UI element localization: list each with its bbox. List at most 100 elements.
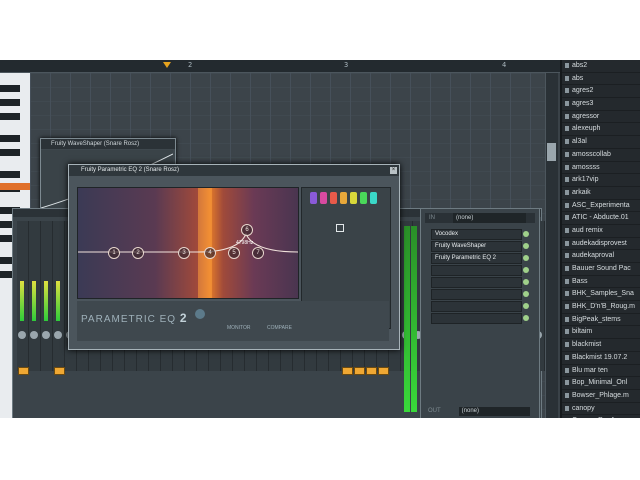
fx-slot-enable-icon[interactable]	[523, 243, 529, 249]
browser-item[interactable]: canopy	[562, 403, 640, 416]
eq-frequency-graph[interactable]: 1 2 3 4 5 6 7 4798Hz	[77, 187, 299, 299]
fx-input-select[interactable]: (none)	[453, 213, 526, 223]
browser-item[interactable]: amossss	[562, 162, 640, 175]
browser-item[interactable]: agres2	[562, 85, 640, 99]
fx-in-label: IN	[429, 215, 435, 221]
fx-slot[interactable]	[431, 277, 522, 288]
close-icon[interactable]: ×	[390, 167, 397, 174]
browser-item[interactable]: ATIC - Abducte.01	[562, 212, 640, 225]
fx-output-select[interactable]: (none)	[458, 407, 530, 416]
fx-slot-enable-icon[interactable]	[523, 255, 529, 261]
playlist-ruler[interactable]: 2 3 4	[0, 60, 560, 73]
eq-band-tab[interactable]	[350, 192, 357, 204]
browser-item[interactable]: BHK_D'n'B_Roug.m	[562, 301, 640, 314]
browser-item[interactable]: Cupsun Pro Au.ss	[562, 415, 640, 418]
eq-band-node[interactable]: 4	[204, 247, 216, 259]
eq-band-node[interactable]: 3	[178, 247, 190, 259]
eq-band-node[interactable]: 7	[252, 247, 264, 259]
browser-item[interactable]: agressor	[562, 111, 640, 124]
fx-output-row[interactable]: OUT (none)	[425, 407, 535, 416]
fx-slot-enable-icon[interactable]	[523, 303, 529, 309]
mixer-channel-strip[interactable]	[41, 221, 53, 371]
browser-item[interactable]: blackmist	[562, 339, 640, 352]
browser-item[interactable]: audekadisprovest	[562, 238, 640, 251]
eq-band-tab[interactable]	[330, 192, 337, 204]
browser-item[interactable]: agres3	[562, 98, 640, 111]
fx-slot[interactable]	[431, 313, 522, 324]
song-position-marker[interactable]	[163, 62, 171, 68]
eq-band-tab[interactable]	[340, 192, 347, 204]
browser-item[interactable]: Bop_Minimal_Onl	[562, 377, 640, 390]
eq-band-node-active[interactable]: 6	[241, 224, 253, 236]
eq-band-tab[interactable]	[320, 192, 327, 204]
fx-slot-enable-icon[interactable]	[523, 267, 529, 273]
waveshaper-title: Fruity WaveShaper (Snare Rosz)	[41, 139, 175, 149]
mixer-channel-strip[interactable]	[53, 221, 65, 375]
eq-band-tab[interactable]	[310, 192, 317, 204]
browser-item[interactable]: biltaim	[562, 326, 640, 340]
fx-out-label: OUT	[428, 408, 441, 414]
channel-meter	[32, 281, 36, 321]
fx-slot[interactable]	[431, 301, 522, 312]
eq-response-curve	[78, 232, 298, 253]
ruler-number: 3	[344, 61, 349, 69]
channel-led[interactable]	[366, 367, 377, 375]
mixer-channel-strip[interactable]	[29, 221, 41, 371]
fx-slot[interactable]: Fruity WaveShaper	[431, 241, 522, 252]
browser-item[interactable]: ark17vip	[562, 174, 640, 187]
browser-item[interactable]: ASC_Experimenta	[562, 200, 640, 213]
master-vu-meter-left	[404, 226, 410, 412]
eq-knob[interactable]	[195, 309, 205, 319]
browser-item[interactable]: arkaik	[562, 187, 640, 200]
fx-slot-enable-icon[interactable]	[523, 231, 529, 237]
pan-knob[interactable]	[18, 331, 26, 339]
eq-brand-logo: PARAMETRIC EQ 2	[81, 311, 188, 325]
browser-item[interactable]: Blu mar ten	[562, 365, 640, 378]
browser-item[interactable]: al3al	[562, 136, 640, 149]
browser-item[interactable]: Bass	[562, 276, 640, 289]
fx-input-row[interactable]: IN (none)	[425, 213, 535, 223]
browser-item[interactable]: amosscollab	[562, 149, 640, 162]
channel-meter	[20, 281, 24, 321]
channel-led[interactable]	[18, 367, 29, 375]
browser-item[interactable]: alexeuph	[562, 123, 640, 137]
eq-band-tab[interactable]	[360, 192, 367, 204]
pan-knob[interactable]	[30, 331, 38, 339]
browser-item[interactable]: Bauuer Sound Pac	[562, 263, 640, 276]
fx-slot-enable-icon[interactable]	[523, 291, 529, 297]
eq-band-tab[interactable]	[370, 192, 377, 204]
browser-item[interactable]: BigPeak_stems	[562, 314, 640, 327]
daw-screen: 2 3 4 abs2 abs agres2 agres3 agressor alexeup…	[0, 60, 640, 418]
browser-item[interactable]: abs2	[562, 60, 640, 73]
eq-band-node[interactable]: 5	[228, 247, 240, 259]
pan-knob[interactable]	[54, 331, 62, 339]
eq-frequency-readout: 4798Hz	[236, 240, 254, 246]
channel-led[interactable]	[342, 367, 353, 375]
channel-led[interactable]	[378, 367, 389, 375]
fx-slot[interactable]: Vocodex	[431, 229, 522, 240]
fx-slot[interactable]	[431, 289, 522, 300]
eq-band-handle[interactable]	[336, 224, 344, 232]
channel-led[interactable]	[354, 367, 365, 375]
eq-band-node[interactable]: 1	[108, 247, 120, 259]
browser-item[interactable]: audekaproval	[562, 250, 640, 263]
parametric-eq-window[interactable]: Fruity Parametric EQ 2 (Snare Rosz) × 1 …	[68, 164, 400, 350]
browser-item[interactable]: abs	[562, 73, 640, 86]
eq-band-node[interactable]: 2	[132, 247, 144, 259]
browser-item[interactable]: Blackmist 19.07.2	[562, 352, 640, 365]
fx-slot-enable-icon[interactable]	[523, 279, 529, 285]
eq-compare-label[interactable]: COMPARE	[267, 325, 292, 331]
fx-slot-enable-icon[interactable]	[523, 315, 529, 321]
fx-slot[interactable]: Fruity Parametric EQ 2	[431, 253, 522, 264]
mixer-channel-strip[interactable]	[17, 221, 29, 375]
fx-slot[interactable]	[431, 265, 522, 276]
eq-title: Fruity Parametric EQ 2 (Snare Rosz)	[69, 165, 399, 176]
channel-led[interactable]	[54, 367, 65, 375]
playlist-scrollbar[interactable]	[545, 73, 558, 418]
browser-item[interactable]: Bowser_Phlage.m	[562, 390, 640, 403]
browser-item[interactable]: BHK_Samples_Sna	[562, 288, 640, 302]
browser-item[interactable]: aud remix	[562, 225, 640, 238]
pan-knob[interactable]	[42, 331, 50, 339]
eq-bottom-panel: PARAMETRIC EQ 2 MONITOR COMPARE	[77, 301, 389, 341]
eq-monitor-label[interactable]: MONITOR	[227, 325, 251, 331]
